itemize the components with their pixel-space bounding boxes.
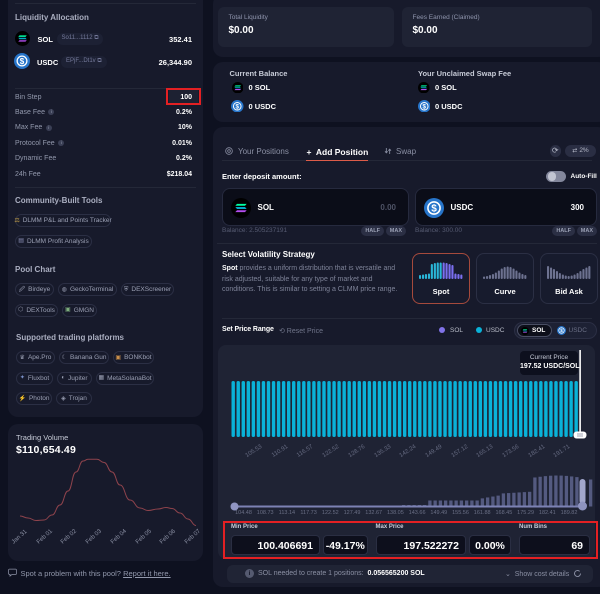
svg-text:$: $ xyxy=(236,103,240,110)
svg-text:$: $ xyxy=(422,103,426,110)
svg-text:$: $ xyxy=(20,57,25,66)
svg-text:$: $ xyxy=(431,203,437,214)
